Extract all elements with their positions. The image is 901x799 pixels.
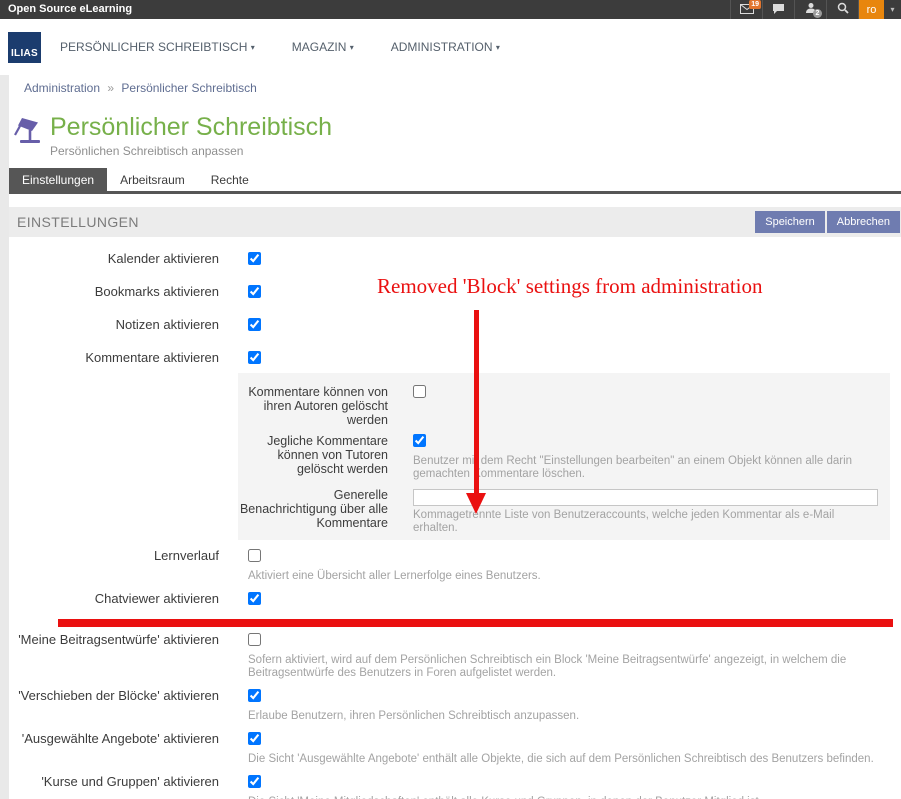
form-row-kurse: 'Kurse und Gruppen' aktivieren Die Sicht… (9, 775, 901, 799)
notizen-checkbox[interactable] (248, 318, 261, 331)
bookmarks-checkbox[interactable] (248, 285, 261, 298)
help-text: Aktiviert eine Übersicht aller Lernerfol… (248, 570, 888, 583)
main-nav: ILIAS PERSÖNLICHER SCHREIBTISCH ▾ MAGAZI… (0, 19, 901, 75)
form-row-kalender: Kalender aktivieren (9, 252, 901, 270)
content-area: Administration » Persönlicher Schreibtis… (9, 75, 901, 799)
ilias-logo[interactable]: ILIAS (8, 32, 41, 63)
desk-lamp-icon (12, 117, 42, 150)
app-title: Open Source eLearning (0, 0, 730, 19)
annotation-text: Removed 'Block' settings from administra… (377, 274, 763, 299)
top-bar: Open Source eLearning 19 2 ro ▾ (0, 0, 901, 19)
kommentare-subpanel: Kommentare können von ihren Autoren gelö… (238, 373, 890, 540)
form-row-angebote: 'Ausgewählte Angebote' aktivieren Die Si… (9, 732, 901, 766)
chevron-down-icon: ▾ (350, 43, 354, 52)
help-text: Benutzer mit dem Recht "Einstellungen be… (413, 455, 878, 481)
annotation-arrowhead-icon (466, 493, 486, 514)
chevron-down-icon: ▾ (251, 43, 255, 52)
chat-button[interactable] (762, 0, 794, 19)
settings-form: Kalender aktivieren Bookmarks aktivieren… (9, 252, 901, 799)
annotation-highlight-box (58, 619, 893, 627)
beitragsentwuerfe-checkbox[interactable] (248, 633, 261, 646)
tab-einstellungen[interactable]: Einstellungen (9, 168, 107, 191)
breadcrumb-administration[interactable]: Administration (24, 81, 100, 95)
form-row-notizen: Notizen aktivieren (9, 318, 901, 336)
form-row-kommentare: Kommentare aktivieren (9, 351, 901, 369)
angebote-checkbox[interactable] (248, 732, 261, 745)
tab-rechte[interactable]: Rechte (198, 168, 262, 191)
search-button[interactable] (826, 0, 858, 19)
mail-button[interactable]: 19 (730, 0, 762, 19)
annotation-arrow (474, 310, 479, 493)
chatviewer-checkbox[interactable] (248, 592, 261, 605)
form-row-kommentare-tutoren: Jegliche Kommentare können von Tutoren g… (238, 434, 890, 481)
kalender-checkbox[interactable] (248, 252, 261, 265)
tab-arbeitsraum[interactable]: Arbeitsraum (107, 168, 198, 191)
page-header: Persönlicher Schreibtisch Persönlichen S… (9, 100, 901, 158)
tab-bar: Einstellungen Arbeitsraum Rechte (9, 168, 901, 194)
kurse-checkbox[interactable] (248, 775, 261, 788)
lernverlauf-checkbox[interactable] (248, 549, 261, 562)
save-button[interactable]: Speichern (755, 211, 825, 233)
user-menu-button[interactable]: ro (858, 0, 884, 19)
nav-item-magazin[interactable]: MAGAZIN ▾ (292, 40, 354, 54)
verschieben-checkbox[interactable] (248, 689, 261, 702)
chevron-down-icon: ▾ (890, 5, 894, 14)
kommentare-checkbox[interactable] (248, 351, 261, 364)
help-text: Die Sicht 'Ausgewählte Angebote' enthält… (248, 753, 888, 766)
breadcrumb-separator: » (107, 81, 114, 95)
form-row-benachrichtigung: Generelle Benachrichtigung über alle Kom… (238, 488, 890, 535)
kommentare-autoren-checkbox[interactable] (413, 385, 426, 398)
form-row-kommentare-autoren: Kommentare können von ihren Autoren gelö… (238, 385, 890, 427)
form-row-chatviewer: Chatviewer aktivieren (9, 592, 901, 610)
help-text: Sofern aktiviert, wird auf dem Persönlic… (248, 654, 888, 680)
form-row-beitragsentwuerfe: 'Meine Beitragsentwürfe' aktivieren Sofe… (9, 633, 901, 680)
form-title: EINSTELLUNGEN (17, 214, 753, 230)
mail-badge: 19 (749, 0, 761, 9)
page-subtitle: Persönlichen Schreibtisch anpassen (50, 144, 332, 158)
chevron-down-icon: ▾ (496, 43, 500, 52)
page-title: Persönlicher Schreibtisch (50, 113, 332, 141)
user-count-badge: 2 (813, 9, 822, 18)
chat-icon (772, 1, 785, 19)
kommentare-tutoren-checkbox[interactable] (413, 434, 426, 447)
breadcrumb: Administration » Persönlicher Schreibtis… (9, 75, 901, 100)
search-icon (837, 1, 849, 19)
help-text: Erlaube Benutzern, ihren Persönlichen Sc… (248, 710, 888, 723)
breadcrumb-persoenlicher-schreibtisch[interactable]: Persönlicher Schreibtisch (121, 81, 256, 95)
nav-item-administration[interactable]: ADMINISTRATION ▾ (391, 40, 500, 54)
cancel-button[interactable]: Abbrechen (827, 211, 900, 233)
user-menu-caret[interactable]: ▾ (884, 0, 901, 19)
form-header: EINSTELLUNGEN Speichern Abbrechen (9, 207, 901, 237)
user-list-button[interactable]: 2 (794, 0, 826, 19)
nav-item-persoenlicher-schreibtisch[interactable]: PERSÖNLICHER SCHREIBTISCH ▾ (60, 40, 255, 54)
form-row-lernverlauf: Lernverlauf Aktiviert eine Übersicht all… (9, 549, 901, 583)
form-row-verschieben: 'Verschieben der Blöcke' aktivieren Erla… (9, 689, 901, 723)
